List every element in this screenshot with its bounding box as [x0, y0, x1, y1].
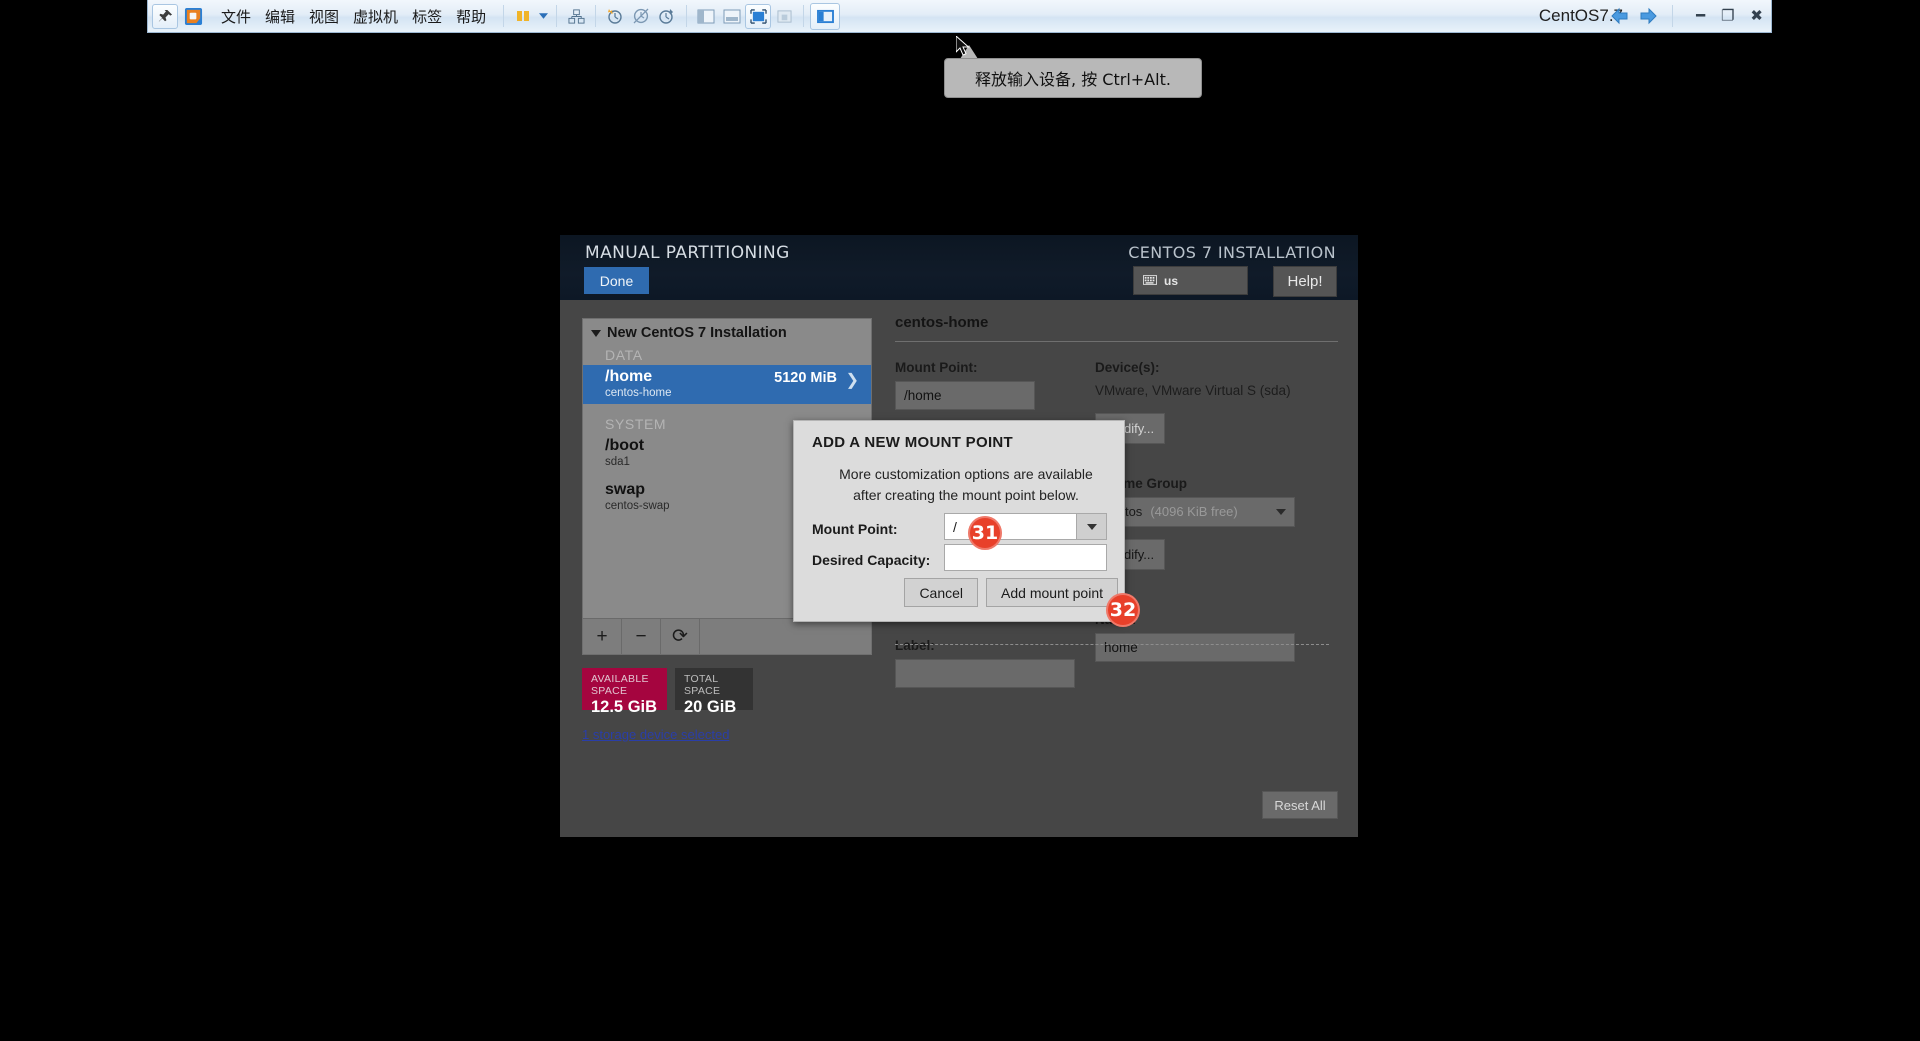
total-space-value: 20 GiB [684, 698, 737, 716]
menu-help[interactable]: 帮助 [449, 4, 493, 29]
available-space-value: 12.5 GiB [591, 698, 658, 716]
reset-all-button[interactable]: Reset All [1262, 791, 1338, 819]
volume-group-label: Volume Group [1095, 475, 1188, 491]
menu-view[interactable]: 视图 [302, 4, 346, 29]
keyboard-layout-label: us [1164, 273, 1179, 288]
toolbar-separator [503, 5, 505, 27]
expand-triangle-icon[interactable] [591, 329, 601, 337]
fullscreen-icon[interactable] [745, 3, 772, 29]
dialog-desired-capacity-input[interactable] [944, 544, 1107, 571]
dialog-mount-point-dropdown[interactable] [1076, 514, 1106, 539]
snapshot-manager-icon[interactable] [563, 4, 589, 29]
forward-arrow-icon[interactable] [1638, 6, 1658, 26]
close-icon[interactable]: ✖ [1750, 8, 1763, 24]
mount-point-label: Mount Point: [895, 360, 978, 375]
cancel-button[interactable]: Cancel [904, 578, 979, 607]
add-mount-point-dialog: ADD A NEW MOUNT POINT More customization… [793, 420, 1125, 622]
annotation-badge-31: 31 [968, 516, 1002, 550]
chevron-down-icon[interactable] [536, 4, 550, 29]
dialog-title: ADD A NEW MOUNT POINT [812, 434, 1014, 451]
dialog-mount-point-label: Mount Point: [812, 521, 898, 537]
space-summary: AVAILABLE SPACE 12.5 GiB TOTAL SPACE 20 … [582, 668, 753, 716]
detail-dashed-divider [895, 644, 1330, 645]
back-arrow-icon[interactable] [1610, 6, 1630, 26]
installer-brand: CENTOS 7 INSTALLATION [1128, 243, 1336, 262]
toolbar-separator [803, 5, 805, 27]
label-field-label: Label: [895, 638, 935, 653]
devices-label: Device(s): [1095, 360, 1160, 375]
available-space-box: AVAILABLE SPACE 12.5 GiB [582, 668, 667, 716]
minimize-icon[interactable]: ━ [1696, 8, 1705, 24]
dialog-desired-capacity-label: Desired Capacity: [812, 552, 931, 568]
manage-snapshots-icon[interactable] [654, 4, 680, 29]
release-input-tooltip: 释放输入设备, 按 Ctrl+Alt. [944, 58, 1202, 98]
page-title: MANUAL PARTITIONING [585, 243, 790, 263]
keyboard-icon [1143, 272, 1157, 290]
vmware-logo-icon [180, 4, 206, 29]
partition-size: 5120 MiB [774, 370, 837, 386]
library-icon[interactable] [510, 4, 536, 29]
total-space-box: TOTAL SPACE 20 GiB [675, 668, 753, 716]
dialog-buttons: Cancel Add mount point [904, 578, 1118, 607]
unity-mode-icon[interactable] [771, 4, 797, 29]
menu-edit[interactable]: 编辑 [258, 4, 302, 29]
available-space-caption: AVAILABLE SPACE [591, 673, 649, 697]
show-library-icon[interactable] [693, 4, 719, 29]
vmware-titlebar: 文件 编辑 视图 虚拟机 标签 帮助 CentOS7.7 ━ ❐ ✖ [148, 0, 1771, 32]
menu-file[interactable]: 文件 [214, 4, 258, 29]
chevron-down-icon[interactable] [1276, 508, 1286, 515]
restore-icon[interactable]: ❐ [1721, 8, 1734, 24]
dialog-description: More customization options are available… [839, 466, 1093, 503]
show-thumbnails-icon[interactable] [719, 4, 745, 29]
volume-group-select[interactable]: centos (4096 KiB free) [1095, 496, 1295, 527]
installer-header: MANUAL PARTITIONING CENTOS 7 INSTALLATIO… [560, 235, 1358, 300]
dialog-mount-point-input[interactable]: / [945, 514, 1076, 539]
table-row[interactable]: /home centos-home 5120 MiB ❯ [583, 365, 871, 404]
toolbar-separator [595, 5, 597, 27]
window-controls: ━ ❐ ✖ [1696, 8, 1763, 24]
keyboard-layout-indicator[interactable]: us [1133, 266, 1248, 295]
take-snapshot-icon[interactable] [602, 4, 628, 29]
total-space-caption: TOTAL SPACE [684, 673, 721, 697]
detail-title: centos-home [895, 314, 989, 331]
toolbar-separator [686, 5, 688, 27]
plus-icon[interactable]: + [583, 619, 622, 654]
mouse-cursor [955, 34, 970, 58]
partition-group-data: DATA [605, 347, 643, 363]
chevron-right-icon[interactable]: ❯ [846, 370, 859, 390]
partition-list-toolbar: + − ⟳ [583, 618, 871, 654]
volume-group-free: (4096 KiB free) [1150, 504, 1238, 520]
toolbar-separator [556, 5, 558, 27]
name-field[interactable]: home [1095, 632, 1295, 662]
vm-nav-buttons [1610, 5, 1679, 27]
chevron-down-icon [1086, 523, 1097, 530]
menu-vm[interactable]: 虚拟机 [346, 4, 405, 29]
devices-value: VMware, VMware Virtual S (sda) [1095, 383, 1291, 398]
vmware-window: 文件 编辑 视图 虚拟机 标签 帮助 CentOS7.7 ━ ❐ ✖ [147, 0, 1772, 33]
detail-divider [895, 341, 1338, 342]
storage-device-link[interactable]: 1 storage device selected [582, 727, 729, 742]
help-button[interactable]: Help! [1273, 266, 1337, 297]
partition-root-label: New CentOS 7 Installation [607, 325, 787, 341]
done-button[interactable]: Done [584, 267, 649, 294]
partition-device: centos-home [605, 387, 672, 399]
minus-icon[interactable]: − [622, 619, 661, 654]
label-field[interactable] [895, 659, 1075, 688]
partition-tree-root[interactable]: New CentOS 7 Installation [583, 319, 871, 343]
annotation-badge-32: 32 [1106, 593, 1140, 627]
refresh-icon[interactable]: ⟳ [661, 619, 700, 654]
console-view-icon[interactable] [810, 2, 841, 30]
add-mount-point-button[interactable]: Add mount point [986, 578, 1118, 607]
toolbar-separator [1672, 5, 1673, 27]
menu-tabs[interactable]: 标签 [405, 4, 449, 29]
mount-point-field[interactable]: /home [895, 381, 1035, 410]
pin-icon[interactable] [152, 3, 178, 29]
partition-detail-panel: centos-home Mount Point: /home Label: De… [895, 314, 1338, 688]
revert-snapshot-icon[interactable] [628, 4, 654, 29]
